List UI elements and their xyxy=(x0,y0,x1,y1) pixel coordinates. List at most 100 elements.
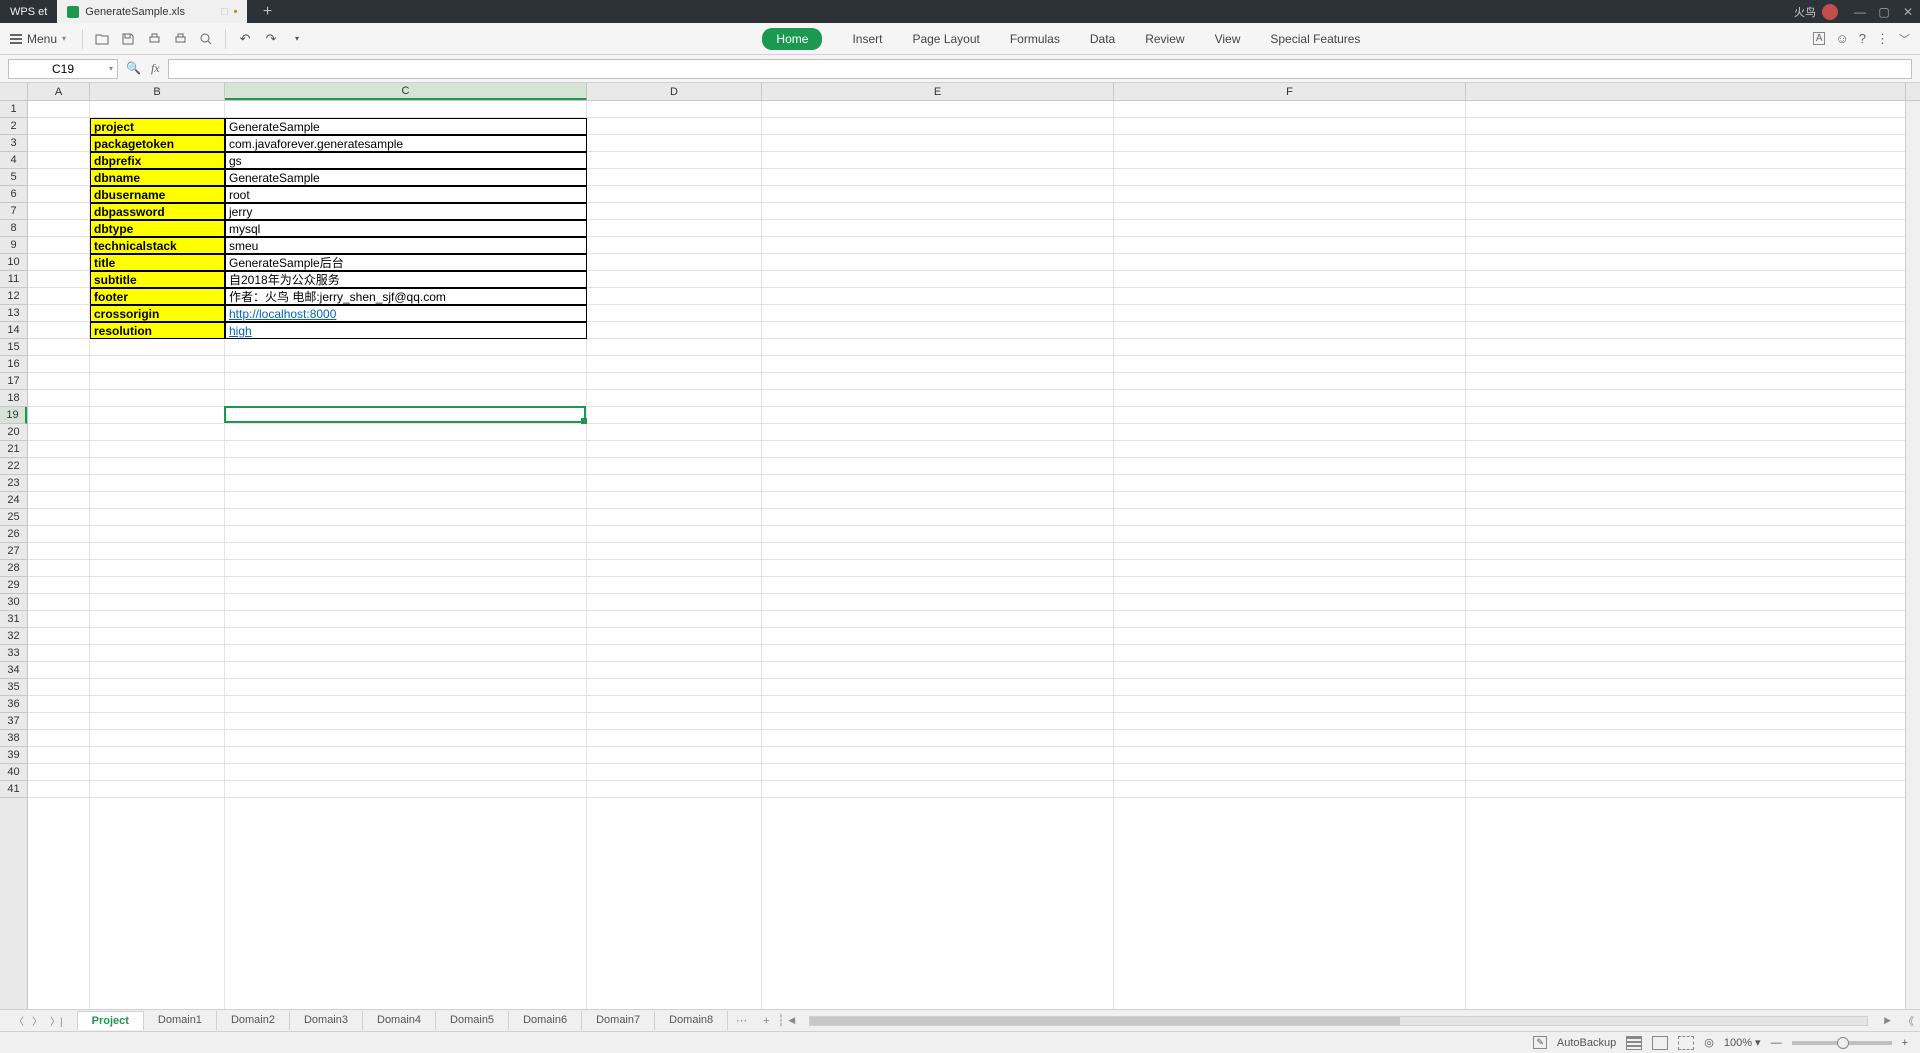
row-header-7[interactable]: 7 xyxy=(0,203,27,220)
sheet-split-handle[interactable]: ┇ xyxy=(778,1014,785,1027)
column-header-F[interactable]: F xyxy=(1114,83,1466,100)
view-page-layout-icon[interactable] xyxy=(1652,1036,1668,1050)
formula-input[interactable] xyxy=(168,59,1912,79)
ribbon-tab-page-layout[interactable]: Page Layout xyxy=(912,27,979,51)
row-header-8[interactable]: 8 xyxy=(0,220,27,237)
ribbon-tab-view[interactable]: View xyxy=(1215,27,1241,51)
row-header-30[interactable]: 30 xyxy=(0,594,27,611)
zoom-slider[interactable] xyxy=(1792,1041,1892,1045)
column-header-A[interactable]: A xyxy=(28,83,90,100)
column-header-C[interactable]: C xyxy=(225,83,587,100)
cell-C9[interactable]: smeu xyxy=(225,237,587,254)
cell-area[interactable]: project GenerateSamplepackagetokencom.jav… xyxy=(28,101,1905,1009)
row-header-27[interactable]: 27 xyxy=(0,543,27,560)
cell-C13[interactable]: http://localhost:8000 xyxy=(225,305,587,322)
row-header-3[interactable]: 3 xyxy=(0,135,27,152)
row-header-6[interactable]: 6 xyxy=(0,186,27,203)
cell-C4[interactable]: gs xyxy=(225,152,587,169)
row-header-16[interactable]: 16 xyxy=(0,356,27,373)
row-header-39[interactable]: 39 xyxy=(0,747,27,764)
redo-icon[interactable]: ↷ xyxy=(262,30,280,48)
row-header-41[interactable]: 41 xyxy=(0,781,27,798)
preview-icon[interactable] xyxy=(197,30,215,48)
row-header-14[interactable]: 14 xyxy=(0,322,27,339)
save-icon[interactable] xyxy=(119,30,137,48)
sheet-tab-project[interactable]: Project xyxy=(77,1011,144,1030)
row-header-31[interactable]: 31 xyxy=(0,611,27,628)
sheet-tab-domain4[interactable]: Domain4 xyxy=(363,1011,436,1030)
cell-C12[interactable]: 作者：火鸟 电邮:jerry_shen_sjf@qq.com xyxy=(225,288,587,305)
cell-B9[interactable]: technicalstack xyxy=(90,237,225,254)
sheet-tab-domain2[interactable]: Domain2 xyxy=(217,1011,290,1030)
row-header-18[interactable]: 18 xyxy=(0,390,27,407)
horizontal-scrollbar[interactable] xyxy=(809,1016,1868,1026)
sheet-nav-last-icon[interactable]: 〉| xyxy=(50,1013,63,1028)
view-page-break-icon[interactable] xyxy=(1678,1036,1694,1050)
row-header-28[interactable]: 28 xyxy=(0,560,27,577)
cell-C14[interactable]: high xyxy=(225,322,587,339)
zoom-level[interactable]: 100% ▾ xyxy=(1724,1036,1761,1049)
row-header-40[interactable]: 40 xyxy=(0,764,27,781)
cell-B2[interactable]: project xyxy=(90,118,225,135)
ribbon-tab-home[interactable]: Home xyxy=(762,28,822,50)
row-header-17[interactable]: 17 xyxy=(0,373,27,390)
menu-button[interactable]: Menu ▾ xyxy=(0,32,76,46)
print-preview-icon[interactable] xyxy=(171,30,189,48)
row-header-24[interactable]: 24 xyxy=(0,492,27,509)
row-header-32[interactable]: 32 xyxy=(0,628,27,645)
cell-C7[interactable]: jerry xyxy=(225,203,587,220)
cell-B6[interactable]: dbusername xyxy=(90,186,225,203)
side-panel-toggle[interactable]: 《 xyxy=(1897,1013,1920,1029)
sheet-tab-domain6[interactable]: Domain6 xyxy=(509,1011,582,1030)
cell-B5[interactable]: dbname xyxy=(90,169,225,186)
autobackup-label[interactable]: AutoBackup xyxy=(1557,1037,1616,1049)
pin-icon[interactable]: □ xyxy=(221,6,228,18)
sheet-nav-next-icon[interactable]: 〉 xyxy=(32,1013,42,1028)
cell-C10[interactable]: GenerateSample后台 xyxy=(225,254,587,271)
sheet-nav-prev-icon[interactable]: 〈 xyxy=(14,1013,24,1028)
cell-B11[interactable]: subtitle xyxy=(90,271,225,288)
column-header-E[interactable]: E xyxy=(762,83,1114,100)
column-header-B[interactable]: B xyxy=(90,83,225,100)
sheet-tab-domain8[interactable]: Domain8 xyxy=(655,1011,728,1030)
zoom-in-button[interactable]: + xyxy=(1902,1037,1908,1049)
cell-C3[interactable]: com.javaforever.generatesample xyxy=(225,135,587,152)
row-header-10[interactable]: 10 xyxy=(0,254,27,271)
row-header-34[interactable]: 34 xyxy=(0,662,27,679)
row-header-5[interactable]: 5 xyxy=(0,169,27,186)
cell-C11[interactable]: 自2018年为公众服务 xyxy=(225,271,587,288)
open-icon[interactable] xyxy=(93,30,111,48)
row-header-33[interactable]: 33 xyxy=(0,645,27,662)
row-header-35[interactable]: 35 xyxy=(0,679,27,696)
ribbon-tab-data[interactable]: Data xyxy=(1090,27,1115,51)
cell-B12[interactable]: footer xyxy=(90,288,225,305)
name-box[interactable]: C19 xyxy=(8,59,118,79)
row-header-13[interactable]: 13 xyxy=(0,305,27,322)
quick-access-dropdown-icon[interactable]: ▾ xyxy=(288,30,306,48)
vertical-scrollbar[interactable] xyxy=(1905,101,1920,1009)
row-header-11[interactable]: 11 xyxy=(0,271,27,288)
sheet-tab-domain1[interactable]: Domain1 xyxy=(144,1011,217,1030)
cell-B8[interactable]: dbtype xyxy=(90,220,225,237)
new-tab-button[interactable]: + xyxy=(247,3,287,21)
cell-B3[interactable]: packagetoken xyxy=(90,135,225,152)
row-header-19[interactable]: 19 xyxy=(0,407,27,424)
row-header-4[interactable]: 4 xyxy=(0,152,27,169)
cell-B14[interactable]: resolution xyxy=(90,322,225,339)
ribbon-tab-formulas[interactable]: Formulas xyxy=(1010,27,1060,51)
more-options-icon[interactable]: ⋮ xyxy=(1876,31,1889,47)
cell-B4[interactable]: dbprefix xyxy=(90,152,225,169)
cell-C6[interactable]: root xyxy=(225,186,587,203)
cell-B13[interactable]: crossorigin xyxy=(90,305,225,322)
document-tab[interactable]: GenerateSample.xls □ • xyxy=(57,0,247,23)
cell-C5[interactable]: GenerateSample xyxy=(225,169,587,186)
hscroll-left-icon[interactable]: ◀ xyxy=(784,1015,799,1026)
feedback-icon[interactable]: ☺ xyxy=(1835,31,1848,46)
sheet-add-button[interactable]: + xyxy=(755,1015,777,1027)
autobackup-icon[interactable]: ✎ xyxy=(1533,1036,1547,1049)
sheet-tab-domain5[interactable]: Domain5 xyxy=(436,1011,509,1030)
row-header-26[interactable]: 26 xyxy=(0,526,27,543)
sheet-tab-domain7[interactable]: Domain7 xyxy=(582,1011,655,1030)
column-header-D[interactable]: D xyxy=(587,83,762,100)
zoom-out-button[interactable]: — xyxy=(1771,1037,1782,1049)
